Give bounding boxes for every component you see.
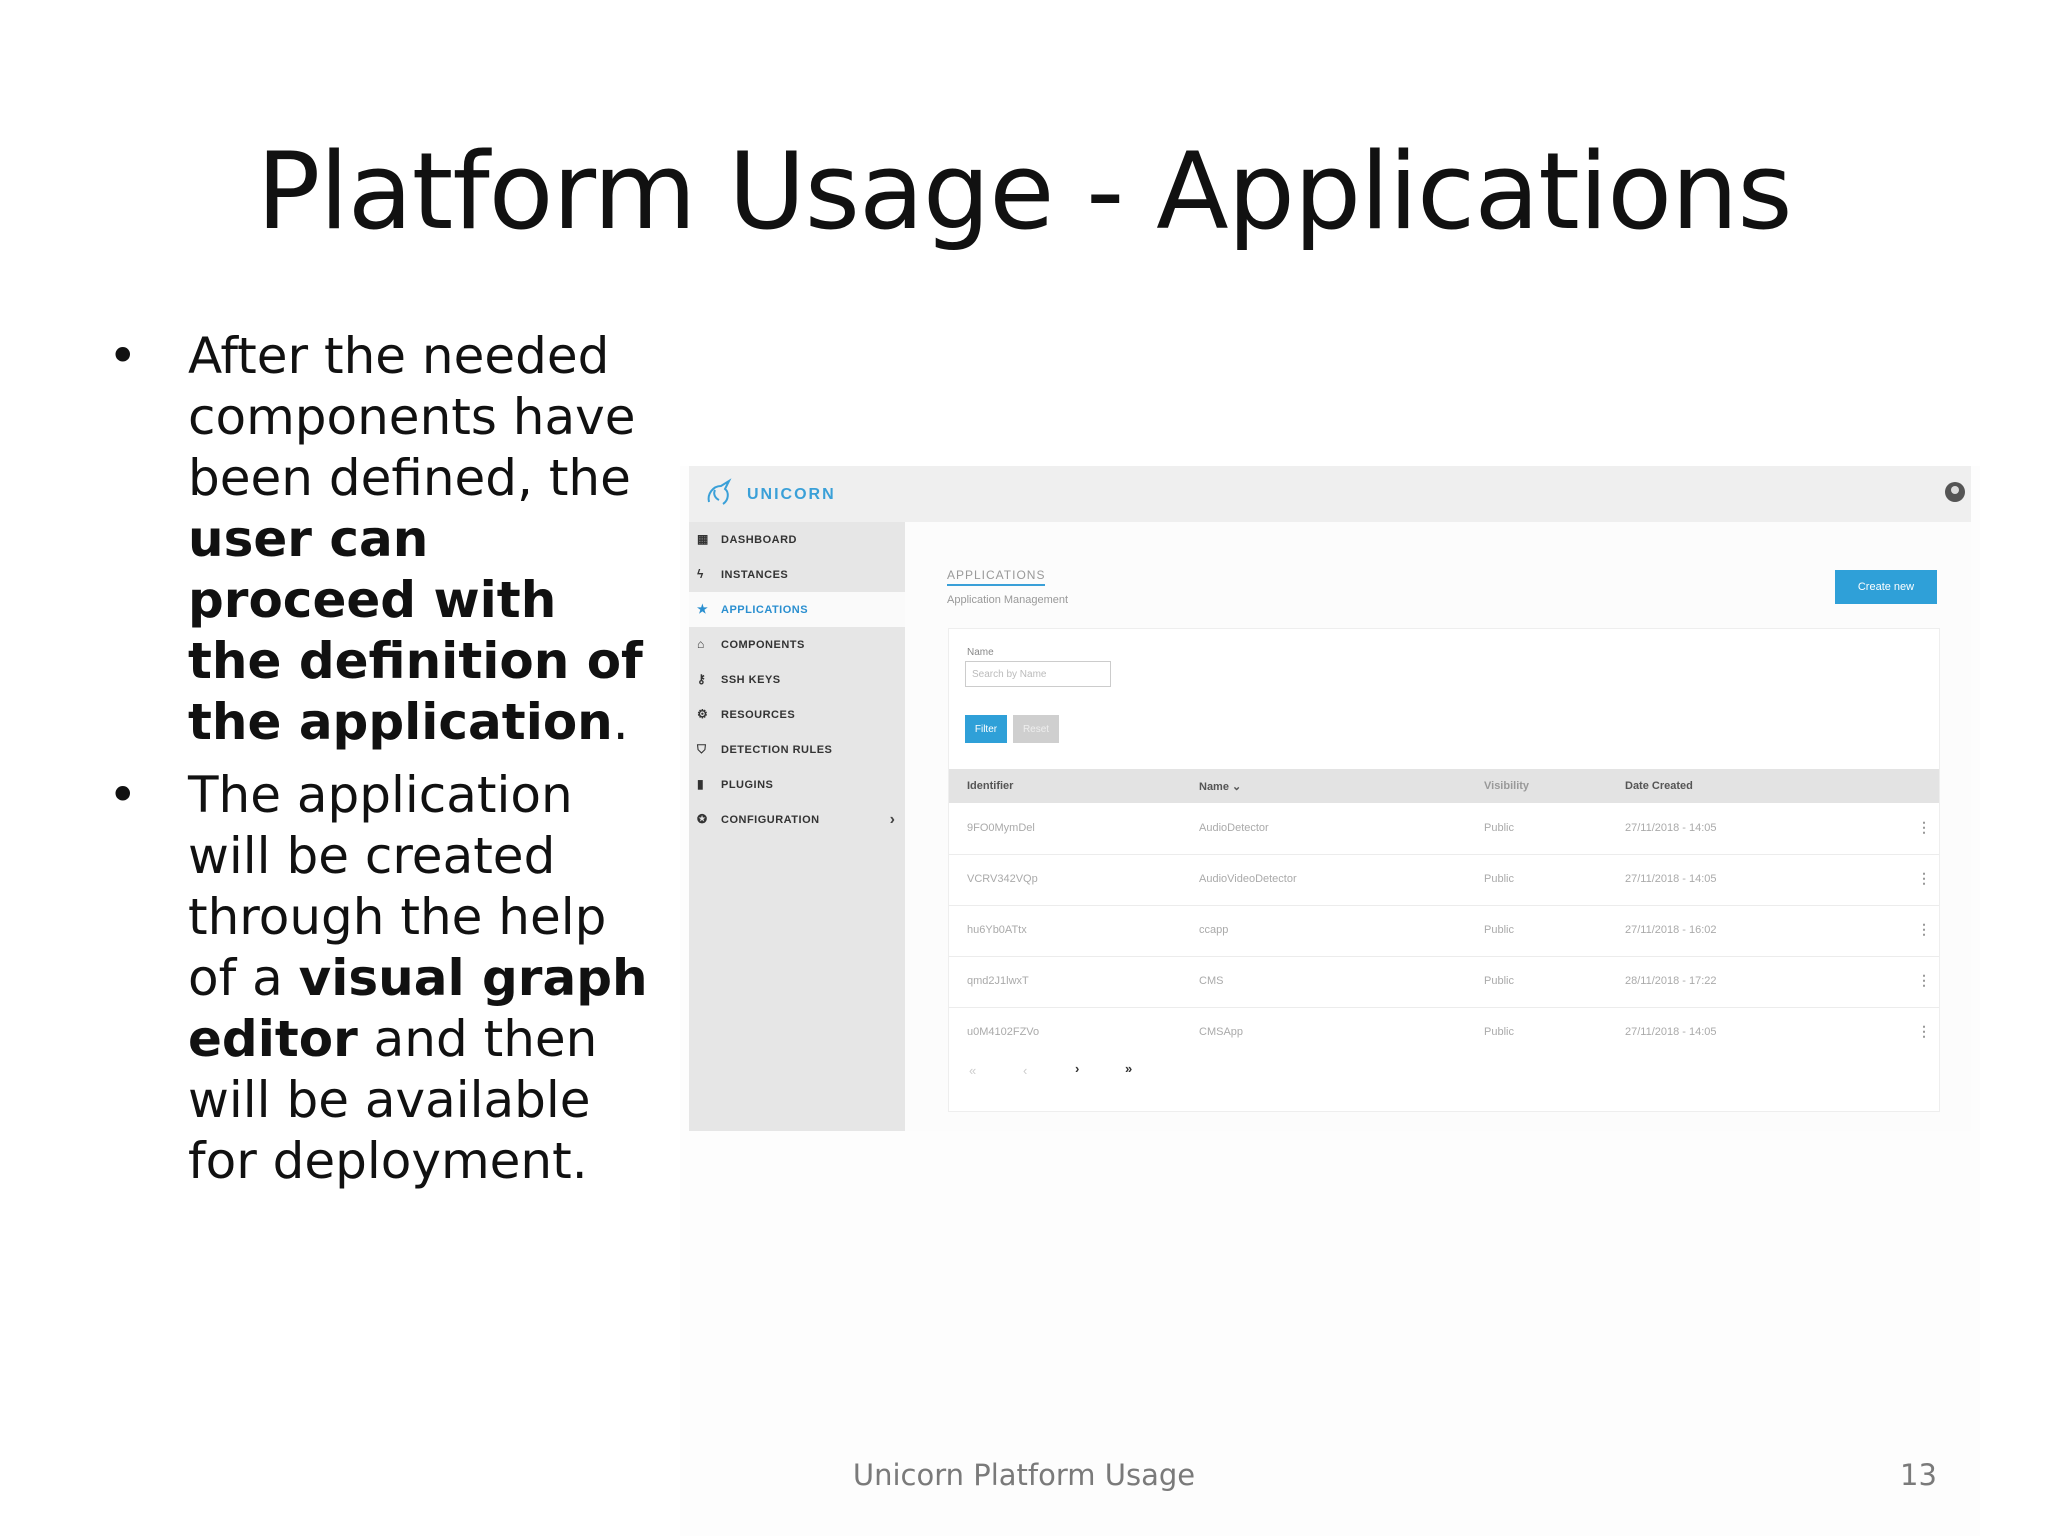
sidebar-item-label: RESOURCES — [721, 709, 796, 721]
cell-date: 27/11/2018 - 14:05 — [1625, 1026, 1717, 1038]
cell-name: CMS — [1199, 975, 1224, 987]
table-row[interactable]: hu6Yb0ATtx ccapp Public 27/11/2018 - 16:… — [949, 905, 1939, 957]
cell-date: 27/11/2018 - 14:05 — [1625, 873, 1717, 885]
pager-next[interactable]: › — [1075, 1061, 1079, 1076]
table-row[interactable]: 9FO0MymDel AudioDetector Public 27/11/20… — [949, 803, 1939, 855]
bolt-icon: ϟ — [697, 567, 704, 581]
bullet-1-end: . — [612, 693, 629, 751]
cell-visibility: Public — [1484, 924, 1514, 936]
more-options-icon[interactable]: ⋮ — [1917, 921, 1931, 938]
sidebar-item-instances[interactable]: ϟ INSTANCES — [689, 557, 905, 592]
page-number: 13 — [1900, 1458, 1937, 1492]
sidebar-item-label: PLUGINS — [721, 779, 774, 791]
filter-button[interactable]: Filter — [965, 715, 1007, 743]
breadcrumb: APPLICATIONS — [947, 568, 1046, 586]
slide-title: Platform Usage - Applications — [256, 130, 1792, 253]
search-input[interactable] — [965, 661, 1111, 687]
header-date-created[interactable]: Date Created — [1625, 780, 1693, 792]
cell-visibility: Public — [1484, 873, 1514, 885]
sidebar-item-components[interactable]: ⌂ COMPONENTS — [689, 627, 905, 662]
header-identifier[interactable]: Identifier — [967, 780, 1013, 792]
sidebar-item-ssh-keys[interactable]: ⚷ SSH KEYS — [689, 662, 905, 697]
bullet-item-1: After the needed components have been de… — [108, 326, 648, 753]
more-options-icon[interactable]: ⋮ — [1917, 972, 1931, 989]
sidebar-item-label: COMPONENTS — [721, 639, 805, 651]
sidebar-item-applications[interactable]: ★ APPLICATIONS — [689, 592, 905, 627]
app-screenshot: UNICORN ▦ DASHBOARD ϟ INSTANCES ★ APPLIC… — [689, 466, 1971, 1131]
chevron-right-icon: › — [889, 811, 895, 828]
cell-date: 27/11/2018 - 16:02 — [1625, 924, 1717, 936]
cell-name: ccapp — [1199, 924, 1229, 936]
unicorn-logo-icon — [707, 478, 732, 505]
cell-identifier: qmd2J1lwxT — [967, 975, 1029, 987]
slide-footer: Unicorn Platform Usage — [852, 1458, 1196, 1492]
applications-panel: Name Filter Reset Identifier Name ⌄ Visi… — [948, 628, 1940, 1112]
cell-name: AudioVideoDetector — [1199, 873, 1297, 885]
more-options-icon[interactable]: ⋮ — [1917, 1023, 1931, 1040]
table-row[interactable]: u0M4102FZVo CMSApp Public 27/11/2018 - 1… — [949, 1007, 1939, 1058]
cell-name: CMSApp — [1199, 1026, 1244, 1038]
name-filter-label: Name — [967, 647, 994, 658]
header-name-label: Name — [1199, 781, 1229, 793]
star-icon: ★ — [697, 602, 708, 616]
chevron-down-icon: ⌄ — [1232, 781, 1242, 793]
cell-visibility: Public — [1484, 822, 1514, 834]
pager-prev[interactable]: ‹ — [1023, 1063, 1027, 1078]
brand-name: UNICORN — [747, 486, 836, 503]
page-subtitle: Application Management — [947, 594, 1069, 606]
table-row[interactable]: qmd2J1lwxT CMS Public 28/11/2018 - 17:22… — [949, 956, 1939, 1008]
cell-visibility: Public — [1484, 975, 1514, 987]
shield-icon: ⛉ — [697, 742, 707, 756]
sidebar-item-label: SSH KEYS — [721, 674, 781, 686]
reset-button[interactable]: Reset — [1013, 715, 1059, 743]
sidebar-item-label: DETECTION RULES — [721, 744, 833, 756]
app-topbar: UNICORN — [689, 466, 1971, 522]
bullet-list: After the needed components have been de… — [108, 326, 648, 1204]
cell-identifier: hu6Yb0ATtx — [967, 924, 1027, 936]
sidebar-item-label: INSTANCES — [721, 569, 789, 581]
gears-icon: ⚙ — [697, 707, 708, 721]
sidebar-item-resources[interactable]: ⚙ RESOURCES — [689, 697, 905, 732]
home-icon: ⌂ — [697, 637, 705, 651]
cell-identifier: VCRV342VQp — [967, 873, 1038, 885]
bullet-1-bold: user can proceed with the definition of … — [188, 510, 643, 751]
pager-last[interactable]: » — [1125, 1061, 1132, 1076]
user-avatar-icon[interactable] — [1945, 482, 1965, 502]
dashboard-icon: ▦ — [697, 532, 709, 546]
table-row[interactable]: VCRV342VQp AudioVideoDetector Public 27/… — [949, 854, 1939, 906]
plug-icon: ▮ — [697, 777, 704, 791]
create-new-button[interactable]: Create new — [1835, 570, 1937, 604]
table-header: Identifier Name ⌄ Visibility Date Create… — [949, 769, 1939, 803]
sidebar-item-plugins[interactable]: ▮ PLUGINS — [689, 767, 905, 802]
cell-date: 28/11/2018 - 17:22 — [1625, 975, 1717, 987]
cell-date: 27/11/2018 - 14:05 — [1625, 822, 1717, 834]
sidebar-item-label: CONFIGURATION — [721, 814, 820, 826]
cell-visibility: Public — [1484, 1026, 1514, 1038]
sidebar-item-detection-rules[interactable]: ⛉ DETECTION RULES — [689, 732, 905, 767]
header-visibility[interactable]: Visibility — [1484, 780, 1529, 792]
more-options-icon[interactable]: ⋮ — [1917, 870, 1931, 887]
cell-identifier: u0M4102FZVo — [967, 1026, 1040, 1038]
cell-identifier: 9FO0MymDel — [967, 822, 1035, 834]
bullet-1-text: After the needed components have been de… — [188, 327, 636, 507]
key-icon: ⚷ — [697, 672, 706, 686]
cell-name: AudioDetector — [1199, 822, 1269, 834]
sidebar-item-configuration[interactable]: ✪ CONFIGURATION › — [689, 802, 905, 837]
bullet-item-2: The application will be created through … — [108, 765, 648, 1192]
sidebar-item-dashboard[interactable]: ▦ DASHBOARD — [689, 522, 905, 557]
more-options-icon[interactable]: ⋮ — [1917, 819, 1931, 836]
sidebar: ▦ DASHBOARD ϟ INSTANCES ★ APPLICATIONS ⌂… — [689, 522, 905, 1131]
header-name[interactable]: Name ⌄ — [1199, 780, 1241, 793]
pager-first[interactable]: « — [969, 1063, 976, 1078]
sidebar-item-label: APPLICATIONS — [721, 604, 809, 616]
sidebar-item-label: DASHBOARD — [721, 534, 797, 546]
cog-icon: ✪ — [697, 812, 708, 826]
